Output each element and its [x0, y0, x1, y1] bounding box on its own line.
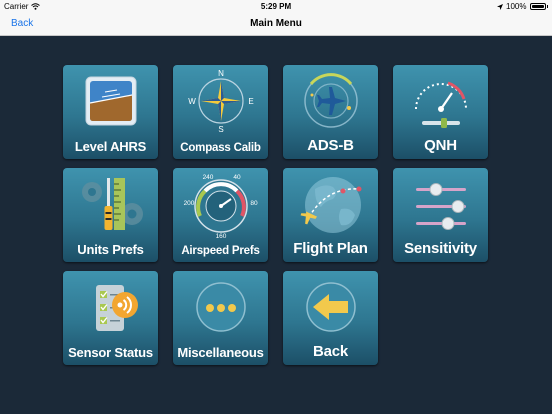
back-menu-button[interactable]: Back	[283, 271, 378, 365]
battery-percent: 100%	[506, 2, 527, 11]
status-time: 5:29 PM	[260, 2, 292, 11]
tile-label: Level AHRS	[74, 139, 147, 154]
adsb-button[interactable]: ADS-B	[283, 65, 378, 159]
sensitivity-button[interactable]: Sensitivity	[393, 168, 488, 262]
airspeed-tick-label: 200	[183, 200, 194, 207]
ellipsis-icon	[173, 271, 268, 343]
level-ahrs-button[interactable]: Level AHRS	[63, 65, 158, 159]
compass-north-label: N	[218, 69, 224, 78]
location-icon	[497, 3, 504, 10]
back-arrow-icon	[283, 271, 378, 343]
status-right: 100%	[497, 2, 548, 11]
flight-plan-button[interactable]: Flight Plan	[283, 168, 378, 262]
slider-controls-icon	[393, 168, 488, 240]
status-bar: Carrier 5:29 PM 100%	[0, 0, 552, 14]
tile-label: Back	[312, 343, 349, 360]
battery-icon	[529, 3, 546, 10]
attitude-indicator-icon	[63, 65, 158, 137]
tile-label: Sensitivity	[404, 240, 477, 257]
tile-label: Sensor Status	[68, 345, 153, 360]
airspeed-dial-icon: 240 40 200 80 160	[173, 168, 268, 240]
airspeed-prefs-button[interactable]: 240 40 200 80 160 Airspeed Prefs	[173, 168, 268, 262]
tile-label: QNH	[424, 137, 457, 154]
units-prefs-button[interactable]: Units Prefs	[63, 168, 158, 262]
battery-nub	[546, 5, 548, 8]
tile-label: Airspeed Prefs	[181, 245, 260, 257]
tile-label: Miscellaneous	[177, 345, 264, 360]
compass-south-label: S	[218, 125, 223, 134]
compass-east-label: E	[248, 97, 253, 106]
tile-label: Flight Plan	[293, 240, 368, 257]
adsb-radar-icon	[283, 65, 378, 137]
checklist-sensor-icon	[63, 271, 158, 343]
compass-west-label: W	[188, 97, 196, 106]
navigation-bar: Back Main Menu	[0, 14, 552, 36]
altimeter-gauge-icon	[393, 65, 488, 137]
tile-label: Units Prefs	[77, 242, 144, 257]
qnh-button[interactable]: QNH	[393, 65, 488, 159]
nav-title: Main Menu	[250, 18, 302, 29]
compass-calib-button[interactable]: N E S W Compass Calib	[173, 65, 268, 159]
globe-plane-icon	[283, 168, 378, 240]
airspeed-tick-label: 80	[250, 200, 258, 207]
airspeed-tick-label: 160	[215, 233, 226, 239]
sensor-status-button[interactable]: Sensor Status	[63, 271, 158, 365]
airspeed-tick-label: 40	[233, 174, 241, 181]
airspeed-tick-label: 240	[202, 174, 213, 181]
ruler-screwdriver-icon	[63, 168, 158, 240]
main-menu-screen: Carrier 5:29 PM 100% Back Main Menu Leve…	[0, 0, 552, 414]
tile-label: ADS-B	[307, 137, 354, 154]
compass-rose-icon: N E S W	[173, 65, 268, 137]
tile-label: Compass Calib	[180, 142, 261, 154]
miscellaneous-button[interactable]: Miscellaneous	[173, 271, 268, 365]
